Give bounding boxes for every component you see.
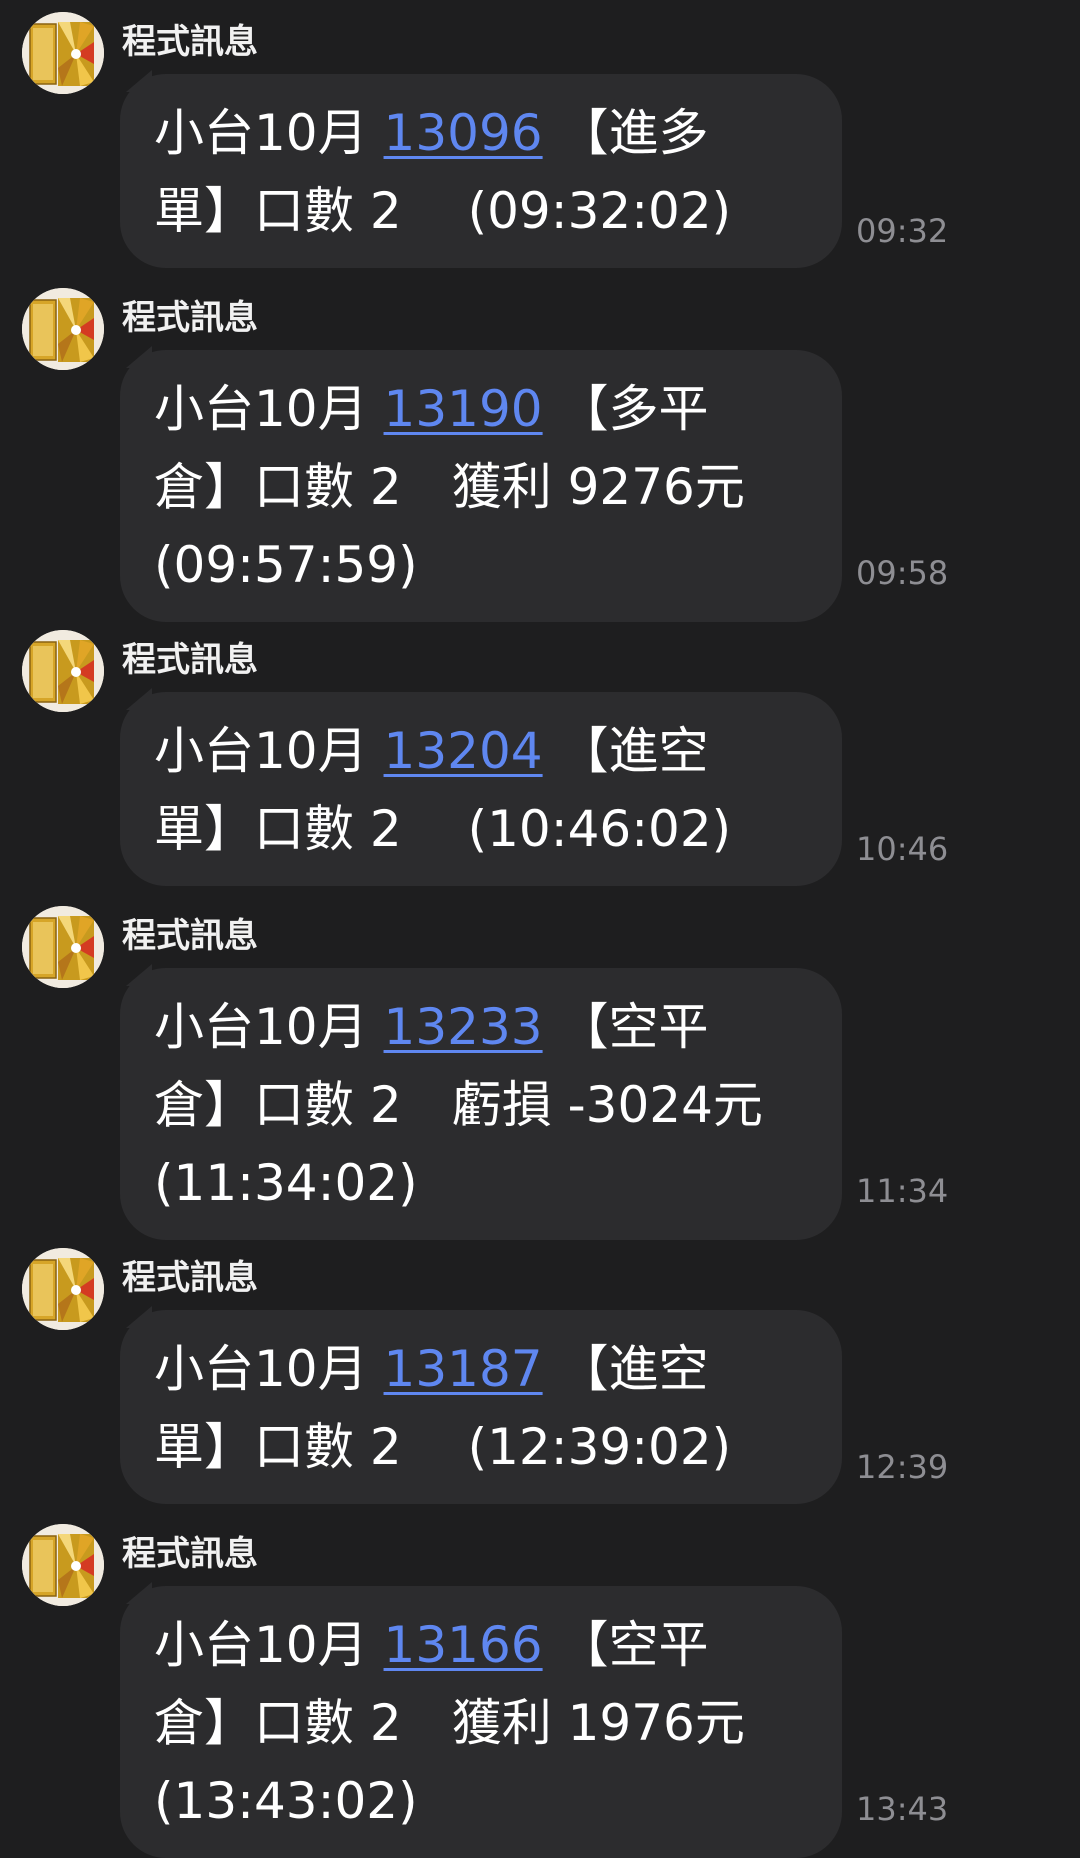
message-text: 小台10月 [154,104,384,162]
message-line: 倉】口數 2 獲利 1976元 [154,1694,745,1752]
price-link[interactable]: 13190 [384,380,543,438]
message-timestamp: 09:32 [856,212,949,250]
price-link[interactable]: 13096 [384,104,543,162]
message-line: 小台10月 13166 【空平 [154,1606,808,1684]
gold-bar-logo-icon [22,1524,104,1606]
message-text: 小台10月 [154,998,384,1056]
message-line: 小台10月 13096 【進多 [154,94,808,172]
message-line: 小台10月 13204 【進空 [154,712,808,790]
price-link[interactable]: 13166 [384,1616,543,1674]
gold-bar-logo-icon [22,12,104,94]
message-line: (13:43:02) [154,1772,418,1830]
message-line: (11:34:02) [154,1154,418,1212]
sender-name: 程式訊息 [122,298,258,338]
message-text: 【進多 [542,104,709,162]
message-text: 小台10月 [154,1616,384,1674]
message-text: 【進空 [542,722,709,780]
chat-message-list[interactable]: 程式訊息 小台10月 13096 【進多 單】口數 2 (09:32:02) 0… [0,0,1080,1858]
message-bubble[interactable]: 小台10月 13166 【空平 倉】口數 2 獲利 1976元 (13:43:0… [120,1582,842,1858]
avatar[interactable] [22,12,104,94]
message-line: 單】口數 2 (12:39:02) [154,1418,732,1476]
sender-name: 程式訊息 [122,1534,258,1574]
message-timestamp: 12:39 [856,1448,949,1486]
message-text: 小台10月 [154,1340,384,1398]
message-line: 小台10月 13233 【空平 [154,988,808,1066]
message-timestamp: 11:34 [856,1172,949,1210]
message-timestamp: 09:58 [856,554,949,592]
sender-name: 程式訊息 [122,916,258,956]
avatar[interactable] [22,288,104,370]
gold-bar-logo-icon [22,288,104,370]
message-timestamp: 13:43 [856,1790,949,1828]
message-bubble[interactable]: 小台10月 13204 【進空 單】口數 2 (10:46:02) [120,688,842,886]
message-text: 【空平 [542,1616,709,1674]
message-bubble[interactable]: 小台10月 13233 【空平 倉】口數 2 虧損 -3024元 (11:34:… [120,964,842,1240]
message-line: (09:57:59) [154,536,418,594]
message-line: 倉】口數 2 虧損 -3024元 [154,1076,763,1134]
avatar[interactable] [22,1524,104,1606]
message-line: 單】口數 2 (10:46:02) [154,800,732,858]
gold-bar-logo-icon [22,1248,104,1330]
message-line: 單】口數 2 (09:32:02) [154,182,732,240]
avatar[interactable] [22,1248,104,1330]
message-line: 倉】口數 2 獲利 9276元 [154,458,745,516]
message-text: 【多平 [542,380,709,438]
message-text: 小台10月 [154,380,384,438]
price-link[interactable]: 13187 [384,1340,543,1398]
message-text: 【進空 [542,1340,709,1398]
sender-name: 程式訊息 [122,640,258,680]
sender-name: 程式訊息 [122,22,258,62]
avatar[interactable] [22,630,104,712]
message-line: 小台10月 13187 【進空 [154,1330,808,1408]
message-bubble[interactable]: 小台10月 13187 【進空 單】口數 2 (12:39:02) [120,1306,842,1504]
message-timestamp: 10:46 [856,830,949,868]
price-link[interactable]: 13233 [384,998,543,1056]
sender-name: 程式訊息 [122,1258,258,1298]
avatar[interactable] [22,906,104,988]
gold-bar-logo-icon [22,906,104,988]
message-line: 小台10月 13190 【多平 [154,370,808,448]
price-link[interactable]: 13204 [384,722,543,780]
gold-bar-logo-icon [22,630,104,712]
message-text: 小台10月 [154,722,384,780]
message-text: 【空平 [542,998,709,1056]
message-bubble[interactable]: 小台10月 13096 【進多 單】口數 2 (09:32:02) [120,70,842,268]
message-bubble[interactable]: 小台10月 13190 【多平 倉】口數 2 獲利 9276元 (09:57:5… [120,346,842,622]
